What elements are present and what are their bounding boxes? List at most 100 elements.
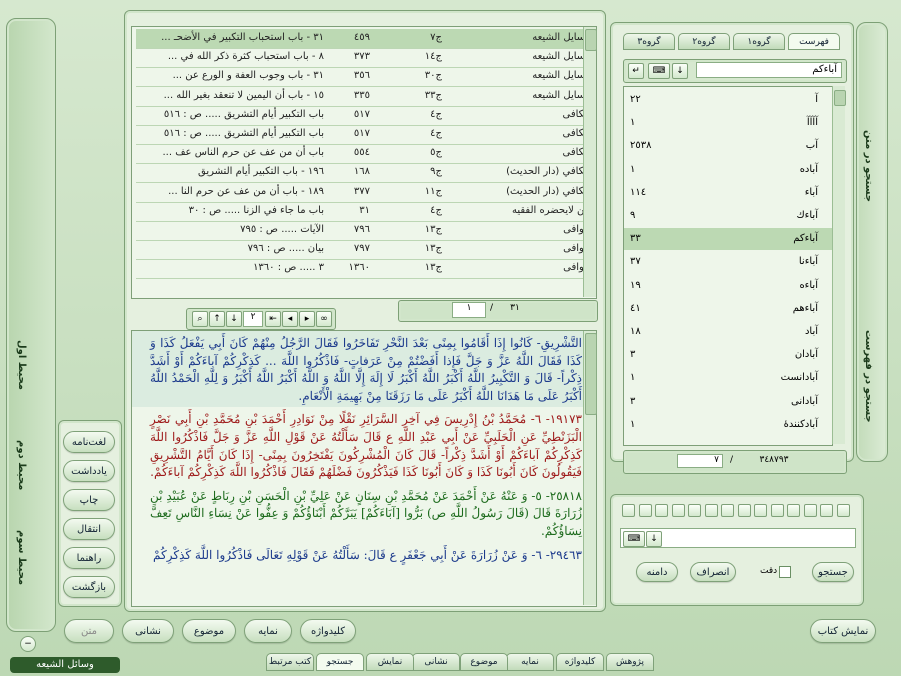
bottom-tab-4[interactable]: نشانی: [412, 653, 460, 671]
references-scrollbar[interactable]: [583, 27, 597, 297]
reference-row[interactable]: الكافى ج٥ ٥٥٤ باب أن من عف عن حرم الناس عف …: [136, 144, 592, 165]
char-button[interactable]: [704, 504, 718, 517]
char-button[interactable]: [820, 504, 833, 517]
bottom-tab-1[interactable]: کلیدواژه: [556, 653, 604, 671]
reference-row[interactable]: الكافي (دار الحديث) ج١١ ٣٧٧ ١٨٩ - باب أن من…: [136, 183, 592, 203]
index-button[interactable]: نمایه: [244, 619, 292, 643]
notes-button[interactable]: یادداشت: [63, 460, 115, 482]
download-icon[interactable]: ↓: [672, 63, 688, 79]
word-item[interactable]: آباءنا ٣٧: [624, 251, 832, 273]
word-item[interactable]: آ ٢٢: [624, 89, 832, 111]
ref-page: ٥١٧: [353, 108, 370, 120]
scope-button[interactable]: دامنه: [636, 562, 678, 582]
char-button[interactable]: [737, 504, 751, 517]
search-button[interactable]: جستجو: [812, 562, 854, 582]
dictionary-button[interactable]: لغت‌نامه: [63, 431, 115, 453]
char-button[interactable]: [638, 504, 652, 517]
scroll-thumb[interactable]: [834, 90, 846, 106]
reference-row[interactable]: وسايل الشيعه ج١٤ ٣٧٣ ٨ - باب استحباب كثرة ذ…: [136, 48, 592, 69]
minimize-circle-icon[interactable]: −: [20, 636, 36, 652]
word-item[interactable]: آب ٢٥٣٨: [624, 135, 832, 157]
reference-row[interactable]: الوافى ج١٣ ١٣٦٠ ٣ ..... ص : ١٣٦٠: [136, 259, 592, 280]
enter-icon[interactable]: ↵: [628, 63, 644, 79]
char-button[interactable]: [836, 504, 850, 517]
scroll-thumb[interactable]: [585, 29, 597, 51]
reference-row[interactable]: وسايل الشيعه ج٣٠ ٣٥٦ ٣١ - باب وجوب العفة و …: [136, 67, 592, 88]
first-icon[interactable]: ⇤: [265, 311, 281, 327]
text-button[interactable]: متن: [64, 619, 114, 643]
bottom-tab-6[interactable]: جستجو: [316, 653, 364, 671]
arrow-up-icon[interactable]: ↑: [209, 311, 225, 327]
zoom-icon[interactable]: ⌕: [192, 311, 208, 327]
reference-row[interactable]: الكافى ج٤ ٥١٧ باب التكبير أيام التشريق ....…: [136, 106, 592, 126]
text-scrollbar[interactable]: [583, 331, 597, 605]
subject-button[interactable]: موضوع: [182, 619, 236, 643]
search-input[interactable]: آباءکم: [696, 62, 842, 78]
cancel-button[interactable]: انصراف: [690, 562, 736, 582]
print-button[interactable]: چاپ: [63, 489, 115, 511]
word-count: ٢٥٣٨: [630, 140, 652, 152]
bottom-tab-5[interactable]: نمایش: [366, 653, 414, 671]
back-button[interactable]: بازگشت: [63, 576, 115, 598]
word-item[interactable]: آباءهم ٤١: [624, 298, 832, 320]
reference-row[interactable]: الوافى ج١٣ ٧٩٧ بيان ..... ص : ٧٩٦: [136, 240, 592, 261]
tab-env-1[interactable]: محیط اول: [16, 340, 27, 400]
tab-search-text[interactable]: جستجو در متن: [863, 130, 874, 230]
transfer-button[interactable]: انتقال: [63, 518, 115, 540]
char-button[interactable]: [671, 504, 685, 517]
word-item[interactable]: آآآآ ١: [624, 112, 832, 134]
char-button[interactable]: [770, 504, 784, 517]
keyboard-icon[interactable]: ⌨: [648, 63, 670, 79]
word-item[interactable]: آباءکم ٣٣: [624, 228, 832, 251]
word-item[interactable]: آباده ١: [624, 159, 832, 181]
word-item[interactable]: آباد ١٨: [624, 321, 832, 343]
char-button[interactable]: [622, 504, 635, 517]
char-button[interactable]: [655, 504, 668, 517]
tab-env-2[interactable]: محیط دوم: [16, 440, 27, 500]
bottom-tab-2[interactable]: نمایه: [506, 653, 554, 671]
word-item[interactable]: آباءك ٩: [624, 205, 832, 227]
char-button[interactable]: [754, 504, 767, 517]
scroll-thumb[interactable]: [585, 333, 597, 415]
char-button[interactable]: [688, 504, 701, 517]
tab-0[interactable]: فهرست: [788, 33, 840, 50]
reference-row[interactable]: وسايل الشيعه ج٣٣ ٣٣٥ ١٥ - باب أن اليمين لا …: [136, 87, 592, 107]
word-item[interactable]: آباء ١١٤: [624, 182, 832, 204]
reference-row[interactable]: الكافي (دار الحديث) ج٩ ١٦٨ ١٩٦ - باب التكبي…: [136, 163, 592, 184]
tab-1[interactable]: گروه١: [733, 33, 785, 50]
word-scrollbar[interactable]: [832, 86, 846, 444]
arrow-down-icon[interactable]: ↓: [226, 311, 242, 327]
prev-icon[interactable]: ◂: [282, 311, 298, 327]
help-button[interactable]: راهنما: [63, 547, 115, 569]
next-icon[interactable]: ▸: [299, 311, 315, 327]
tab-env-3[interactable]: محیط سوم: [16, 530, 27, 590]
tab-search-index[interactable]: جستجو در فهرست: [863, 330, 874, 440]
word-pager-current[interactable]: ٧: [677, 454, 723, 468]
page-input[interactable]: ٢: [243, 311, 263, 327]
reference-row[interactable]: الكافى ج٤ ٥١٧ باب التكبير أيام التشريق ....…: [136, 125, 592, 145]
show-book-button[interactable]: نمایش کتاب: [810, 619, 876, 643]
char-button[interactable]: [721, 504, 734, 517]
bottom-tab-7[interactable]: کتب مرتبط: [266, 653, 314, 671]
bottom-tab-3[interactable]: موضوع: [460, 653, 508, 671]
tab-2[interactable]: گروه٢: [678, 33, 730, 50]
exact-checkbox[interactable]: [779, 566, 791, 578]
reference-row[interactable]: من لايحضره الفقيه ج٤ ٣١ باب ما جاء في الزنا…: [136, 202, 592, 222]
bottom-tab-0[interactable]: پژوهش: [606, 653, 654, 671]
ref-pager-current[interactable]: ١: [452, 302, 486, 318]
reference-row[interactable]: وسايل الشيعه ج٧ ٤٥٩ ٣١ - باب استحباب التكبي…: [136, 29, 592, 49]
word-item[interactable]: آبادانست ١: [624, 367, 832, 389]
reference-row[interactable]: الوافى ج١٣ ٧٩٦ الآيات ..... ص : ٧٩٥: [136, 221, 592, 241]
binoculars-icon[interactable]: ∞: [316, 311, 332, 327]
keyboard-icon[interactable]: ⌨: [623, 531, 645, 547]
download-icon[interactable]: ↓: [646, 531, 662, 547]
marks-button[interactable]: نشانی: [122, 619, 174, 643]
char-button[interactable]: [787, 504, 800, 517]
char-button[interactable]: [803, 504, 817, 517]
keyword-button[interactable]: کلیدواژه: [300, 619, 356, 643]
word-item[interactable]: آباءه ١٩: [624, 275, 832, 297]
word-item[interactable]: آبادان ٣: [624, 344, 832, 366]
word-item[interactable]: آبادکنندهٔ ١: [624, 414, 832, 436]
word-item[interactable]: آبادانی ٣: [624, 391, 832, 413]
tab-3[interactable]: گروه٣: [623, 33, 675, 50]
